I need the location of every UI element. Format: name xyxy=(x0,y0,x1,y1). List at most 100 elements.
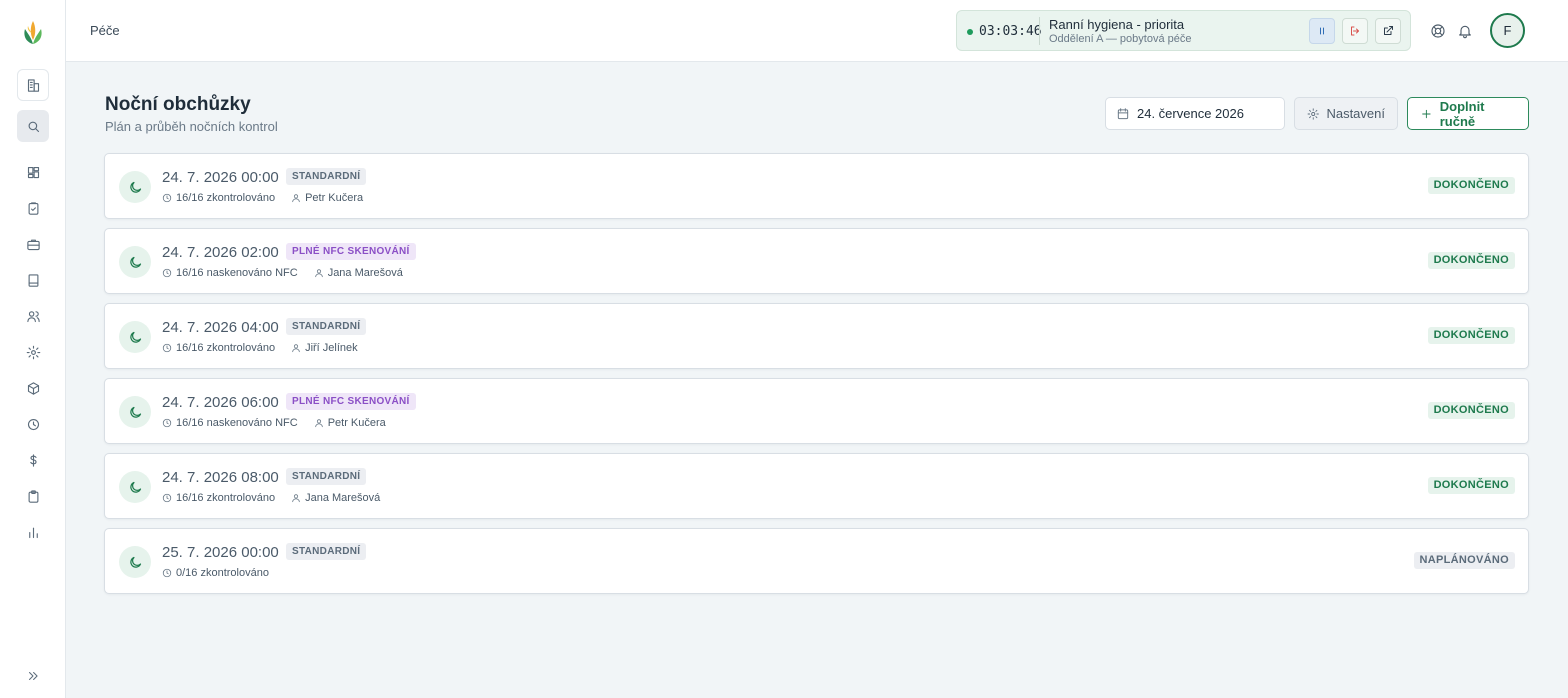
clock-icon xyxy=(162,193,172,203)
nav-reports[interactable] xyxy=(23,522,43,542)
running-indicator xyxy=(967,29,973,35)
gear-icon xyxy=(26,345,40,359)
round-assignee: Petr Kučera xyxy=(327,417,386,429)
round-progress: 16/16 naskenováno NFC xyxy=(176,417,298,429)
moon-icon xyxy=(119,171,151,203)
logo-icon[interactable] xyxy=(20,18,46,46)
round-meta: 0/16 zkontrolováno xyxy=(162,567,269,579)
nav-users[interactable] xyxy=(23,306,43,326)
nav-finance[interactable] xyxy=(23,450,43,470)
round-assignee: Jana Marešová xyxy=(327,267,403,279)
search-icon xyxy=(28,121,39,132)
plus-icon xyxy=(1422,109,1431,118)
notifications-button[interactable] xyxy=(1456,22,1474,40)
settings-button[interactable]: Nastavení xyxy=(1294,97,1398,130)
round-status-badge: DOKONČENO xyxy=(1427,327,1515,344)
user-avatar[interactable]: F xyxy=(1490,13,1525,48)
building-icon xyxy=(27,78,39,92)
add-manually-button[interactable]: Doplnit ručně xyxy=(1407,97,1529,130)
open-task-button[interactable] xyxy=(1375,18,1401,44)
user-icon xyxy=(292,344,300,353)
round-row[interactable]: 24. 7. 2026 08:00 STANDARDNÍ 16/16 zkont… xyxy=(104,453,1529,519)
page-title: Noční obchůzky xyxy=(105,94,251,115)
page-subtitle: Plán a průběh nočních kontrol xyxy=(105,119,278,134)
round-time: 25. 7. 2026 00:00 xyxy=(162,544,279,561)
active-task-timer: 03:03:46 Ranní hygiena - priorita Odděle… xyxy=(956,10,1411,51)
gear-icon xyxy=(1307,107,1319,120)
clock-icon xyxy=(162,268,172,278)
pause-icon xyxy=(1320,27,1324,35)
sidebar xyxy=(0,0,66,698)
round-progress: 16/16 zkontrolováno xyxy=(176,492,276,504)
expand-sidebar-button[interactable] xyxy=(23,666,43,686)
timer-divider xyxy=(1039,17,1040,45)
round-status-badge: DOKONČENO xyxy=(1427,177,1515,194)
moon-icon xyxy=(119,546,151,578)
round-type-badge: PLNÉ NFC SKENOVÁNÍ xyxy=(286,243,416,260)
users-icon xyxy=(26,310,40,322)
nav-dashboard[interactable] xyxy=(23,162,43,182)
clipboard-icon xyxy=(28,489,38,503)
logout-icon xyxy=(1351,26,1359,36)
timer-department: Oddělení A — pobytová péče xyxy=(1049,33,1192,45)
timer-task-name: Ranní hygiena - priorita xyxy=(1049,17,1185,32)
round-status-badge: DOKONČENO xyxy=(1427,477,1515,494)
clock-icon xyxy=(162,493,172,503)
briefcase-icon xyxy=(26,239,40,250)
bar-chart-icon xyxy=(28,527,38,538)
clock-icon xyxy=(162,343,172,353)
nav-history[interactable] xyxy=(23,414,43,434)
round-status-badge: DOKONČENO xyxy=(1427,252,1515,269)
round-type-badge: STANDARDNÍ xyxy=(286,468,367,485)
round-time: 24. 7. 2026 02:00 xyxy=(162,244,279,261)
round-type-badge: STANDARDNÍ xyxy=(286,318,367,335)
round-assignee: Jiří Jelínek xyxy=(305,342,358,354)
round-type-badge: STANDARDNÍ xyxy=(286,543,367,560)
nav-inventory[interactable] xyxy=(23,378,43,398)
selected-date: 24. července 2026 xyxy=(1137,106,1244,121)
user-icon xyxy=(314,269,323,278)
nav-briefcase[interactable] xyxy=(23,234,43,254)
moon-icon xyxy=(119,396,151,428)
nav-settings[interactable] xyxy=(23,342,43,362)
round-row[interactable]: 24. 7. 2026 02:00 PLNÉ NFC SKENOVÁNÍ 16/… xyxy=(104,228,1529,294)
nav-tasks[interactable] xyxy=(23,198,43,218)
building-button[interactable] xyxy=(17,69,49,101)
round-row[interactable]: 25. 7. 2026 00:00 STANDARDNÍ 0/16 zkontr… xyxy=(104,528,1529,594)
box-icon xyxy=(27,381,39,395)
user-icon xyxy=(292,494,300,503)
add-manually-label: Doplnit ručně xyxy=(1439,98,1485,129)
clock-icon xyxy=(162,418,172,428)
round-row[interactable]: 24. 7. 2026 06:00 PLNÉ NFC SKENOVÁNÍ 16/… xyxy=(104,378,1529,444)
user-icon xyxy=(292,194,300,203)
clock-icon xyxy=(27,418,39,430)
dollar-icon xyxy=(29,453,37,467)
bell-icon xyxy=(1459,25,1471,39)
stop-button[interactable] xyxy=(1342,18,1368,44)
round-status-badge: NAPLÁNOVÁNO xyxy=(1413,552,1515,569)
date-picker[interactable]: 24. července 2026 xyxy=(1105,97,1285,130)
nav-book[interactable] xyxy=(23,270,43,290)
clock-icon xyxy=(162,568,172,578)
round-row[interactable]: 24. 7. 2026 04:00 STANDARDNÍ 16/16 zkont… xyxy=(104,303,1529,369)
round-row[interactable]: 24. 7. 2026 00:00 STANDARDNÍ 16/16 zkont… xyxy=(104,153,1529,219)
round-status-badge: DOKONČENO xyxy=(1427,402,1515,419)
pause-button[interactable] xyxy=(1309,18,1335,44)
round-meta: 16/16 zkontrolováno Jana Marešová xyxy=(162,492,380,504)
round-type-badge: PLNÉ NFC SKENOVÁNÍ xyxy=(286,393,416,410)
search-button[interactable] xyxy=(17,110,49,142)
moon-icon xyxy=(119,471,151,503)
round-progress: 16/16 zkontrolováno xyxy=(176,342,276,354)
breadcrumb[interactable]: Péče xyxy=(90,23,120,38)
round-time: 24. 7. 2026 06:00 xyxy=(162,394,279,411)
chevrons-right-icon xyxy=(28,671,38,681)
timer-value: 03:03:46 xyxy=(979,24,1042,39)
round-meta: 16/16 naskenováno NFC Petr Kučera xyxy=(162,417,386,429)
moon-icon xyxy=(119,246,151,278)
top-header: Péče 03:03:46 Ranní hygiena - priorita O… xyxy=(66,0,1568,62)
round-meta: 16/16 naskenováno NFC Jana Marešová xyxy=(162,267,403,279)
round-meta: 16/16 zkontrolováno Petr Kučera xyxy=(162,192,363,204)
round-time: 24. 7. 2026 08:00 xyxy=(162,469,279,486)
nav-clipboard[interactable] xyxy=(23,486,43,506)
help-button[interactable] xyxy=(1429,22,1447,40)
